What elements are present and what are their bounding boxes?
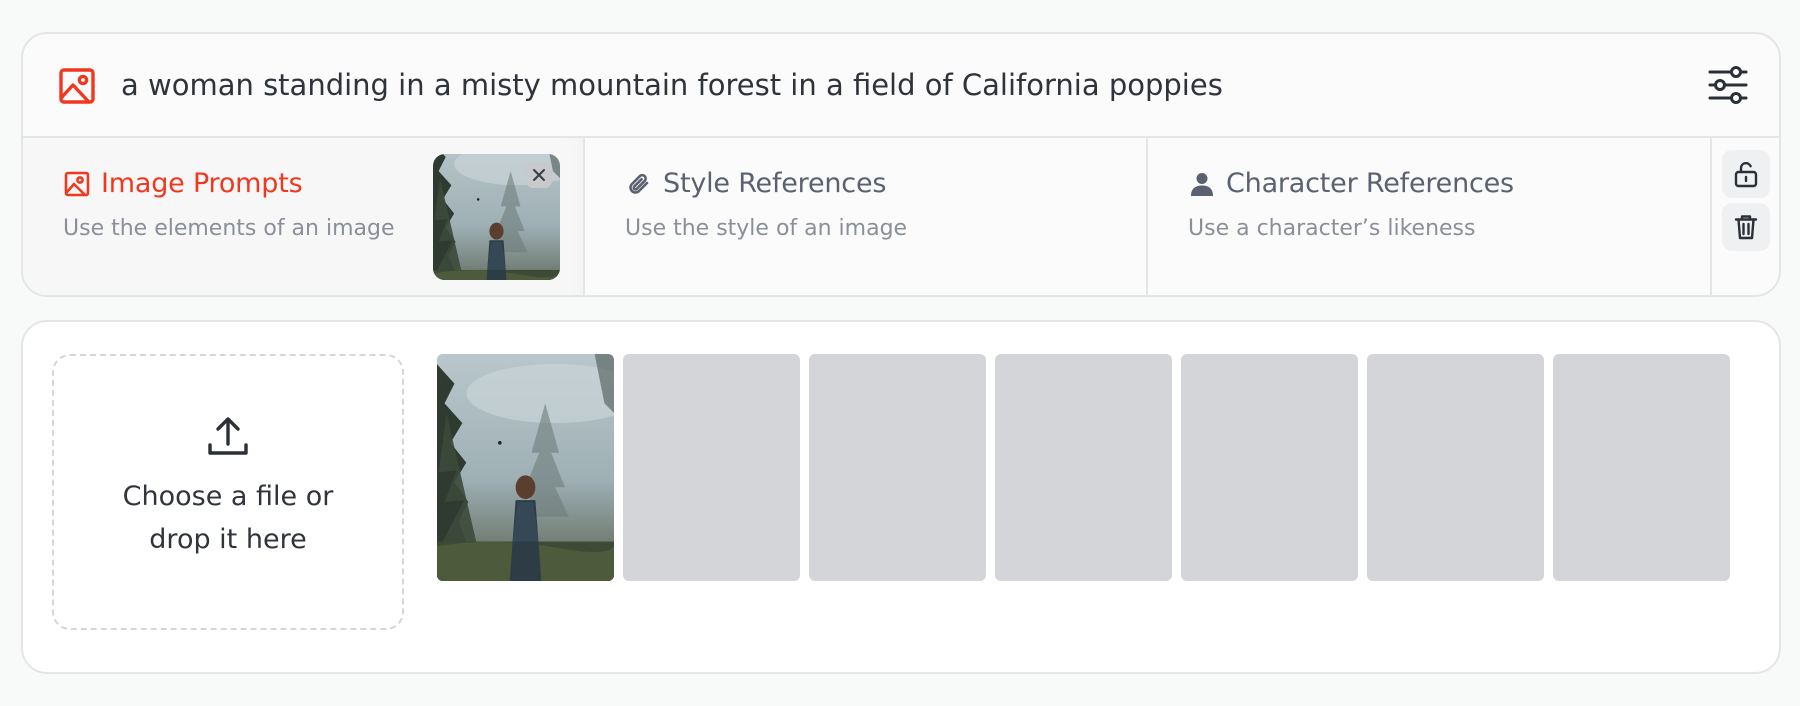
upload-panel: Choose a file or drop it here — [21, 320, 1781, 674]
tab-subtitle: Use a character’s likeness — [1188, 216, 1476, 241]
prompt-bar[interactable]: a woman standing in a misty mountain for… — [23, 34, 1779, 138]
delete-button[interactable] — [1722, 203, 1770, 251]
tab-label: Style References — [663, 168, 887, 199]
tab-label: Character References — [1226, 168, 1514, 199]
image-placeholder — [623, 354, 800, 581]
person-icon — [1191, 172, 1213, 196]
side-actions — [1712, 138, 1779, 295]
tab-title: Style References — [625, 168, 886, 199]
upload-label: Choose a file or drop it here — [122, 481, 334, 555]
tab-title: Character References — [1188, 168, 1514, 199]
uploaded-image[interactable] — [437, 354, 614, 581]
reference-tabs: Image Prompts Use the elements of an ima… — [23, 138, 1779, 295]
image-placeholder — [809, 354, 986, 581]
forest-image — [437, 354, 614, 581]
upload-dropzone[interactable]: Choose a file or drop it here — [52, 354, 404, 630]
trash-icon — [1734, 215, 1758, 240]
tab-label: Image Prompts — [101, 168, 303, 199]
image-placeholder — [1367, 354, 1544, 581]
reference-panel: a woman standing in a misty mountain for… — [21, 32, 1781, 297]
tab-character-references[interactable]: Character References Use a character’s l… — [1148, 138, 1712, 295]
sliders-icon[interactable] — [1707, 64, 1749, 106]
image-placeholder — [1181, 354, 1358, 581]
remove-thumbnail-button[interactable] — [526, 162, 552, 188]
tab-subtitle: Use the style of an image — [625, 216, 908, 241]
tab-image-prompts[interactable]: Image Prompts Use the elements of an ima… — [23, 138, 585, 295]
unlock-button[interactable] — [1722, 150, 1770, 198]
unlock-icon — [1734, 162, 1758, 188]
tab-subtitle: Use the elements of an image — [63, 216, 395, 241]
close-icon — [533, 169, 545, 181]
image-placeholder — [995, 354, 1172, 581]
tab-style-references[interactable]: Style References Use the style of an ima… — [585, 138, 1148, 295]
image-prompt-thumbnail — [433, 154, 560, 280]
paperclip-icon — [629, 173, 649, 194]
prompt-text[interactable]: a woman standing in a misty mountain for… — [121, 68, 1223, 102]
tab-title: Image Prompts — [63, 168, 303, 199]
upload-icon — [208, 417, 248, 455]
image-icon — [64, 171, 90, 196]
image-icon — [59, 68, 95, 104]
image-placeholder — [1553, 354, 1730, 581]
